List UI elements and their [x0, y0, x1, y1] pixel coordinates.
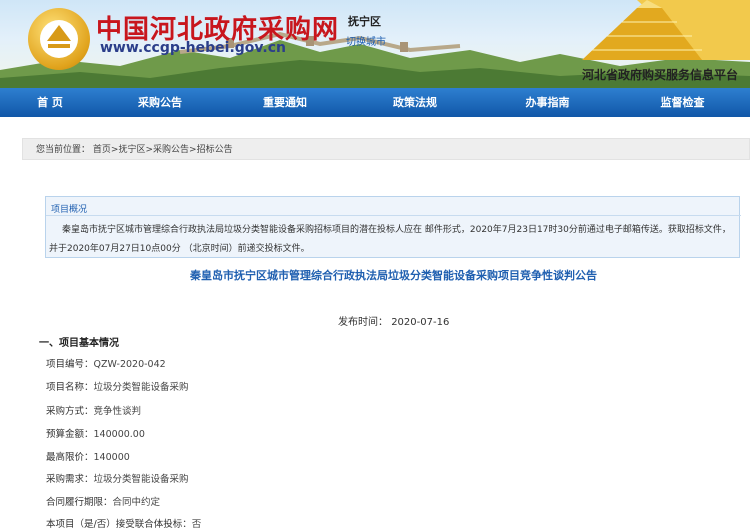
section-title: 一、项目基本情况: [39, 338, 119, 349]
publish-time: 发布时间： 2020-07-16: [338, 313, 449, 328]
field-contract-period: 合同履行期限：合同中约定: [46, 494, 160, 508]
field-budget: 预算金额：140000.00: [46, 426, 145, 440]
main-nav: 首 页 采购公告 重要通知 政策法规 办事指南 监督检查: [0, 88, 750, 117]
field-label: 最高限价：: [46, 452, 94, 463]
publish-label: 发布时间：: [338, 317, 388, 328]
current-region: 抚宁区: [348, 15, 381, 28]
switch-city-link[interactable]: 切换城市: [346, 33, 386, 48]
field-project-name: 项目名称：垃圾分类智能设备采购: [46, 379, 189, 393]
site-logo[interactable]: [28, 8, 90, 70]
breadcrumb-prefix: 您当前位置：: [36, 145, 91, 155]
nav-policies[interactable]: 政策法规: [350, 88, 480, 117]
breadcrumb-separator: >: [145, 145, 154, 155]
nav-important-notices[interactable]: 重要通知: [220, 88, 350, 117]
field-label: 项目编号：: [46, 359, 94, 370]
field-label: 项目名称：: [46, 382, 94, 393]
field-value: QZW-2020-042: [93, 359, 166, 370]
publish-date: 2020-07-16: [391, 317, 450, 328]
project-overview-box: 项目概况 秦皇岛市抚宁区城市管理综合行政执法局垃圾分类智能设备采购招标项目的潜在…: [45, 196, 741, 258]
field-label: 本项目（是/否）接受联合体投标：: [46, 519, 192, 530]
golden-pyramid-image: [582, 0, 750, 60]
field-requirements: 采购需求：垃圾分类智能设备采购: [46, 471, 189, 485]
breadcrumb-item-home[interactable]: 首页: [93, 145, 111, 155]
field-label: 合同履行期限：: [46, 497, 113, 508]
field-consortium: 本项目（是/否）接受联合体投标：否: [46, 516, 201, 530]
field-label: 采购方式：: [46, 406, 94, 417]
nav-procurement-notices[interactable]: 采购公告: [100, 88, 220, 117]
site-banner: 中国河北政府采购网 www.ccgp-hebei.gov.cn 抚宁区 切换城市…: [0, 0, 750, 88]
overview-text: 秦皇岛市抚宁区城市管理综合行政执法局垃圾分类智能设备采购招标项目的潜在投标人应在…: [49, 225, 731, 254]
breadcrumb-separator: >: [189, 145, 197, 155]
notice-title: 秦皇岛市抚宁区城市管理综合行政执法局垃圾分类智能设备采购项目竞争性谈判公告: [190, 269, 597, 282]
field-value: 合同中约定: [112, 497, 161, 508]
field-project-number: 项目编号：QZW-2020-042: [46, 356, 166, 370]
nav-guide[interactable]: 办事指南: [480, 88, 615, 117]
nav-home[interactable]: 首 页: [0, 88, 100, 117]
site-url: www.ccgp-hebei.gov.cn: [100, 40, 286, 56]
field-label: 采购需求：: [46, 474, 94, 485]
field-value: 否: [191, 519, 202, 530]
field-value: 垃圾分类智能设备采购: [93, 474, 189, 485]
field-value: 140000.00: [93, 429, 145, 440]
field-max-price: 最高限价：140000: [46, 449, 130, 463]
platform-subtitle: 河北省政府购买服务信息平台: [582, 68, 739, 82]
nav-supervision[interactable]: 监督检查: [615, 88, 750, 117]
breadcrumb: 您当前位置： 首页>抚宁区>采购公告>招标公告: [22, 138, 750, 160]
breadcrumb-item-tender[interactable]: 招标公告: [197, 145, 233, 155]
breadcrumb-item-region[interactable]: 抚宁区: [118, 145, 145, 155]
breadcrumb-item-notices[interactable]: 采购公告: [153, 145, 189, 155]
overview-divider: [46, 215, 741, 216]
field-label: 预算金额：: [46, 429, 94, 440]
field-value: 140000: [93, 452, 130, 463]
field-value: 竞争性谈判: [93, 406, 142, 417]
field-value: 垃圾分类智能设备采购: [93, 382, 189, 393]
field-procurement-method: 采购方式：竞争性谈判: [46, 403, 141, 417]
overview-title: 项目概况: [51, 205, 88, 215]
